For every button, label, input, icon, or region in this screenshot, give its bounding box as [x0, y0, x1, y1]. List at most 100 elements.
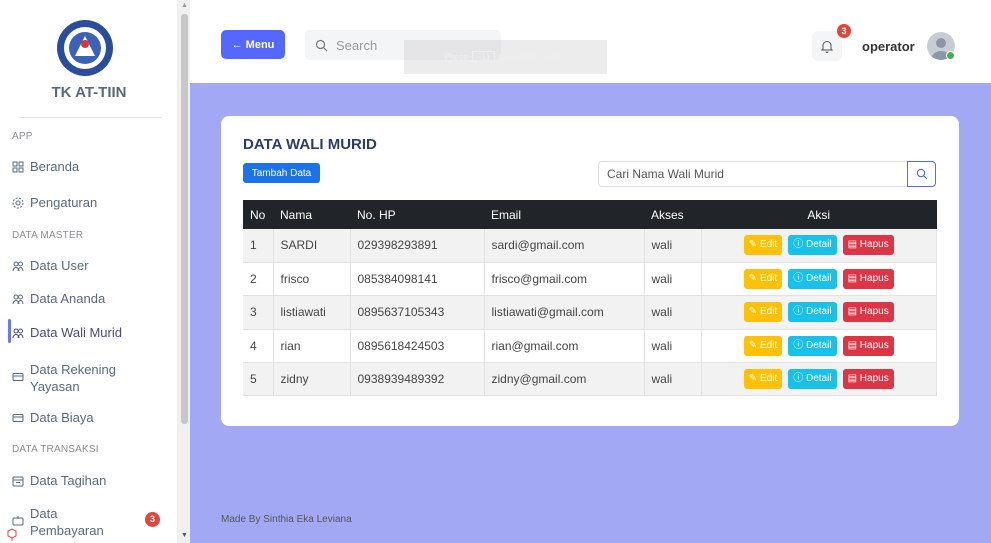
hapus-label: Hapus: [859, 373, 889, 385]
edit-button[interactable]: ✎ Edit: [743, 269, 783, 290]
column-header: Nama: [273, 200, 350, 229]
cell-email: rian@gmail.com: [484, 329, 645, 364]
cell-hp: 0895618424503: [350, 329, 485, 364]
cell-akses: wali: [644, 362, 702, 397]
notification-badge: 3: [837, 24, 851, 38]
trash-icon: ▤: [847, 239, 858, 251]
section-app: APP: [12, 131, 33, 142]
add-data-button[interactable]: Tambah Data: [243, 163, 320, 183]
cell-aksi: ✎ Edit ⓘ Detail ▤ Hapus: [701, 262, 937, 297]
brand-name: TK AT-TIIN: [51, 84, 127, 101]
search-wali-button[interactable]: [907, 161, 936, 187]
sidebar-item-label: Data Wali Murid: [30, 325, 122, 340]
info-icon: ⓘ: [793, 373, 804, 385]
trash-icon: ▤: [847, 273, 858, 285]
edit-icon: ✎: [748, 339, 758, 351]
detail-label: Detail: [805, 273, 832, 285]
cell-hp: 0895637105343: [350, 295, 485, 330]
detail-button[interactable]: ⓘ Detail: [788, 269, 837, 290]
gear-icon: [12, 197, 24, 209]
hapus-label: Hapus: [859, 339, 889, 351]
cell-hp: 0938939489392: [350, 362, 485, 397]
pembayaran-badge: 3: [145, 512, 160, 527]
notification-button[interactable]: [812, 31, 842, 61]
sidebar-item-data-tagihan[interactable]: Data Tagihan: [12, 473, 172, 488]
sidebar: TK AT-TIIN APP Beranda Pengaturan DATA M…: [0, 0, 178, 543]
detail-label: Detail: [805, 306, 832, 318]
sidebar-item-label: Pembayaran: [30, 523, 104, 538]
info-icon: ⓘ: [793, 273, 804, 285]
search-icon: [315, 39, 328, 52]
section-data-master: DATA MASTER: [12, 230, 84, 241]
cell-email: sardi@gmail.com: [484, 229, 645, 263]
edit-button[interactable]: ✎ Edit: [743, 369, 783, 390]
cell-no: 5: [243, 362, 274, 397]
search-wali-input[interactable]: Cari Nama Wali Murid: [598, 161, 908, 187]
topbar: ← Menu Search Press F11 to exit full scr…: [190, 0, 991, 83]
table-row: 1 SARDI 029398293891 sardi@gmail.com wal…: [243, 229, 937, 263]
delete-button[interactable]: ▤ Hapus: [842, 302, 894, 323]
sidebar-item-data-ananda[interactable]: Data Ananda: [12, 291, 172, 306]
sidebar-item-label: Data User: [30, 258, 89, 273]
grid-icon: [12, 161, 24, 173]
edit-button[interactable]: ✎ Edit: [743, 335, 783, 356]
detail-label: Detail: [805, 339, 832, 351]
edit-label: Edit: [759, 339, 778, 351]
delete-button[interactable]: ▤ Hapus: [842, 335, 894, 356]
sidebar-item-data-wali-murid[interactable]: Data Wali Murid: [12, 325, 172, 340]
cell-nama: rian: [273, 329, 351, 364]
username[interactable]: operator: [862, 39, 915, 54]
edit-button[interactable]: ✎ Edit: [743, 235, 783, 256]
detail-button[interactable]: ⓘ Detail: [788, 235, 837, 256]
table-header: No Nama No. HP Email Akses Aksi: [243, 200, 937, 229]
delete-button[interactable]: ▤ Hapus: [842, 269, 894, 290]
delete-button[interactable]: ▤ Hapus: [842, 369, 894, 390]
fullscreen-key: F11: [471, 51, 495, 63]
divider: [20, 117, 162, 118]
fullscreen-hint-text: to exit full screen: [498, 52, 567, 62]
card-icon: [12, 370, 24, 382]
edit-button[interactable]: ✎ Edit: [743, 302, 783, 323]
detail-button[interactable]: ⓘ Detail: [788, 302, 837, 323]
sidebar-item-data-rekening[interactable]: Data Rekening Yayasan: [12, 361, 172, 395]
scroll-down-icon[interactable]: ▼: [181, 532, 188, 539]
cell-akses: wali: [644, 229, 702, 263]
table-row: 5 zidny 0938939489392 zidny@gmail.com wa…: [243, 362, 937, 397]
trash-icon: ▤: [847, 339, 858, 351]
edit-icon: ✎: [748, 373, 758, 385]
edit-label: Edit: [759, 273, 778, 285]
sidebar-item-data-user[interactable]: Data User: [12, 258, 172, 273]
users-icon: [12, 260, 24, 272]
laravel-icon: [6, 528, 20, 543]
menu-toggle-button[interactable]: ← Menu: [221, 30, 285, 59]
sidebar-item-pengaturan[interactable]: Pengaturan: [12, 195, 172, 210]
cell-nama: zidny: [273, 362, 351, 397]
detail-button[interactable]: ⓘ Detail: [788, 335, 837, 356]
column-header: Akses: [644, 200, 701, 229]
info-icon: ⓘ: [793, 239, 804, 251]
cell-nama: SARDI: [273, 229, 351, 263]
detail-button[interactable]: ⓘ Detail: [788, 369, 837, 390]
column-header: No. HP: [350, 200, 484, 229]
cell-email: zidny@gmail.com: [484, 362, 645, 397]
scrollbar-thumb[interactable]: [181, 14, 188, 424]
online-status-dot: [946, 51, 955, 60]
info-icon: ⓘ: [793, 339, 804, 351]
sidebar-item-beranda[interactable]: Beranda: [12, 159, 172, 174]
search-placeholder: Search: [336, 37, 378, 53]
table-row: 2 frisco 085384098141 frisco@gmail.com w…: [243, 262, 937, 297]
sidebar-item-label: Data Biaya: [30, 410, 94, 425]
hapus-label: Hapus: [859, 273, 889, 285]
delete-button[interactable]: ▤ Hapus: [842, 235, 894, 256]
edit-icon: ✎: [748, 273, 758, 285]
sidebar-item-data-biaya[interactable]: Data Biaya: [12, 410, 172, 425]
users-icon: [12, 293, 24, 305]
active-indicator: [8, 319, 11, 343]
info-icon: ⓘ: [793, 306, 804, 318]
main-content: ← Menu Search Press F11 to exit full scr…: [190, 0, 991, 543]
trash-icon: ▤: [847, 306, 858, 318]
scroll-up-icon[interactable]: ▲: [181, 2, 188, 9]
school-logo: [55, 18, 115, 78]
wallet-icon: [12, 514, 24, 526]
hapus-label: Hapus: [859, 239, 889, 251]
